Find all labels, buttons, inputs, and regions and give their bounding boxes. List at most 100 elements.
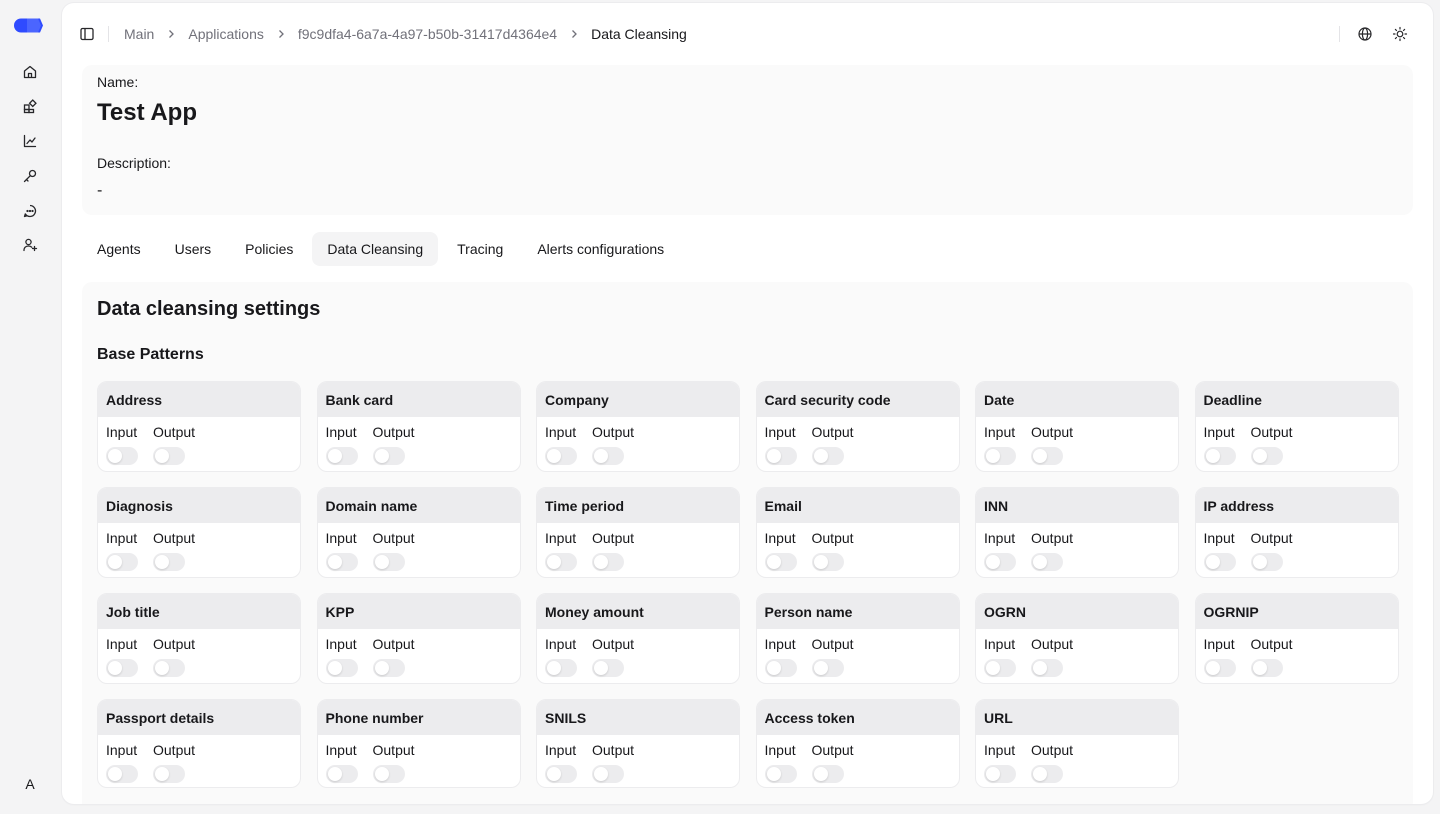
pattern-card-address: Address Input Output — [97, 381, 301, 472]
input-toggle[interactable] — [984, 553, 1016, 571]
chevron-right-icon — [166, 29, 176, 39]
pattern-name: IP address — [1195, 488, 1398, 523]
output-toggle[interactable] — [153, 447, 185, 465]
input-toggle[interactable] — [545, 553, 577, 571]
output-label: Output — [592, 636, 635, 652]
sidebar-toggle-icon[interactable] — [78, 25, 96, 43]
applications-icon[interactable] — [18, 95, 42, 119]
input-label: Input — [1203, 530, 1235, 546]
input-toggle[interactable] — [545, 765, 577, 783]
input-toggle[interactable] — [764, 659, 797, 677]
input-toggle[interactable] — [764, 765, 797, 783]
input-toggle[interactable] — [545, 659, 577, 677]
chat-icon[interactable] — [18, 199, 42, 223]
output-group: Output — [592, 423, 634, 465]
output-toggle[interactable] — [1031, 765, 1063, 783]
pattern-name: Card security code — [756, 382, 959, 417]
output-toggle[interactable] — [372, 659, 405, 677]
input-group: Input — [325, 529, 358, 571]
output-toggle[interactable] — [592, 447, 624, 465]
output-toggle[interactable] — [372, 765, 405, 783]
input-toggle[interactable] — [325, 659, 358, 677]
output-group: Output — [1031, 741, 1073, 783]
input-toggle[interactable] — [984, 765, 1016, 783]
output-toggle[interactable] — [1250, 447, 1283, 465]
output-toggle[interactable] — [1031, 659, 1063, 677]
output-toggle[interactable] — [1250, 553, 1283, 571]
pattern-name: Date — [976, 382, 1178, 417]
user-avatar[interactable]: A — [18, 772, 42, 796]
breadcrumb-application-id[interactable]: f9c9dfa4-6a7a-4a97-b50b-31417d4364e4 — [298, 26, 557, 42]
tab-data-cleansing[interactable]: Data Cleansing — [312, 232, 439, 266]
input-toggle[interactable] — [325, 447, 358, 465]
input-toggle[interactable] — [984, 659, 1016, 677]
input-group: Input — [325, 635, 358, 677]
pattern-card-job-title: Job title Input Output — [97, 593, 301, 684]
input-toggle[interactable] — [106, 765, 138, 783]
pattern-toggles: Input Output — [976, 629, 1178, 677]
output-toggle[interactable] — [153, 659, 185, 677]
output-toggle[interactable] — [592, 659, 624, 677]
output-toggle[interactable] — [811, 447, 844, 465]
globe-icon[interactable] — [1356, 25, 1374, 43]
input-label: Input — [106, 424, 138, 440]
analytics-icon[interactable] — [18, 129, 42, 153]
output-toggle[interactable] — [372, 447, 405, 465]
output-label: Output — [1031, 424, 1074, 440]
pattern-card-domain-name: Domain name Input Output — [316, 487, 521, 578]
tab-users[interactable]: Users — [160, 232, 227, 266]
key-icon[interactable] — [18, 164, 42, 188]
input-label: Input — [325, 636, 357, 652]
output-toggle[interactable] — [153, 553, 185, 571]
input-toggle[interactable] — [106, 659, 138, 677]
output-toggle[interactable] — [811, 553, 844, 571]
chevron-right-icon — [276, 29, 286, 39]
pattern-card-url: URL Input Output — [975, 699, 1179, 788]
output-group: Output — [1250, 635, 1293, 677]
tab-agents[interactable]: Agents — [82, 232, 156, 266]
pattern-toggles: Input Output — [537, 523, 739, 571]
pattern-card-bank-card: Bank card Input Output — [316, 381, 521, 472]
output-toggle[interactable] — [153, 765, 185, 783]
input-toggle[interactable] — [1203, 447, 1236, 465]
output-toggle[interactable] — [1031, 553, 1063, 571]
output-toggle[interactable] — [1031, 447, 1063, 465]
home-icon[interactable] — [18, 60, 42, 84]
breadcrumb-applications[interactable]: Applications — [188, 26, 264, 42]
tab-policies[interactable]: Policies — [230, 232, 308, 266]
output-label: Output — [1031, 530, 1074, 546]
input-label: Input — [984, 424, 1016, 440]
output-toggle[interactable] — [1250, 659, 1283, 677]
output-toggle[interactable] — [811, 765, 844, 783]
main-panel: Main Applications f9c9dfa4-6a7a-4a97-b50… — [62, 3, 1433, 804]
sun-icon[interactable] — [1391, 25, 1409, 43]
output-group: Output — [1031, 529, 1073, 571]
input-toggle[interactable] — [1203, 659, 1236, 677]
input-toggle[interactable] — [106, 553, 138, 571]
input-toggle[interactable] — [325, 553, 358, 571]
input-toggle[interactable] — [764, 447, 797, 465]
input-toggle[interactable] — [984, 447, 1016, 465]
breadcrumb-main[interactable]: Main — [124, 26, 154, 42]
tab-tracing[interactable]: Tracing — [442, 232, 518, 266]
description-label: Description: — [97, 155, 171, 171]
input-label: Input — [106, 636, 138, 652]
add-user-icon[interactable] — [18, 233, 42, 257]
pattern-name: Phone number — [317, 700, 520, 735]
pattern-toggles: Input Output — [318, 735, 520, 783]
output-toggle[interactable] — [592, 553, 624, 571]
pattern-card-phone-number: Phone number Input Output — [316, 699, 521, 788]
input-group: Input — [984, 741, 1016, 783]
output-toggle[interactable] — [592, 765, 624, 783]
input-toggle[interactable] — [1203, 553, 1236, 571]
output-toggle[interactable] — [811, 659, 844, 677]
input-group: Input — [984, 423, 1016, 465]
logo[interactable] — [14, 17, 44, 34]
input-toggle[interactable] — [764, 553, 797, 571]
input-toggle[interactable] — [545, 447, 577, 465]
pattern-name: Job title — [98, 594, 300, 629]
input-toggle[interactable] — [325, 765, 358, 783]
input-toggle[interactable] — [106, 447, 138, 465]
output-toggle[interactable] — [372, 553, 405, 571]
tab-alerts-configurations[interactable]: Alerts configurations — [522, 232, 679, 266]
